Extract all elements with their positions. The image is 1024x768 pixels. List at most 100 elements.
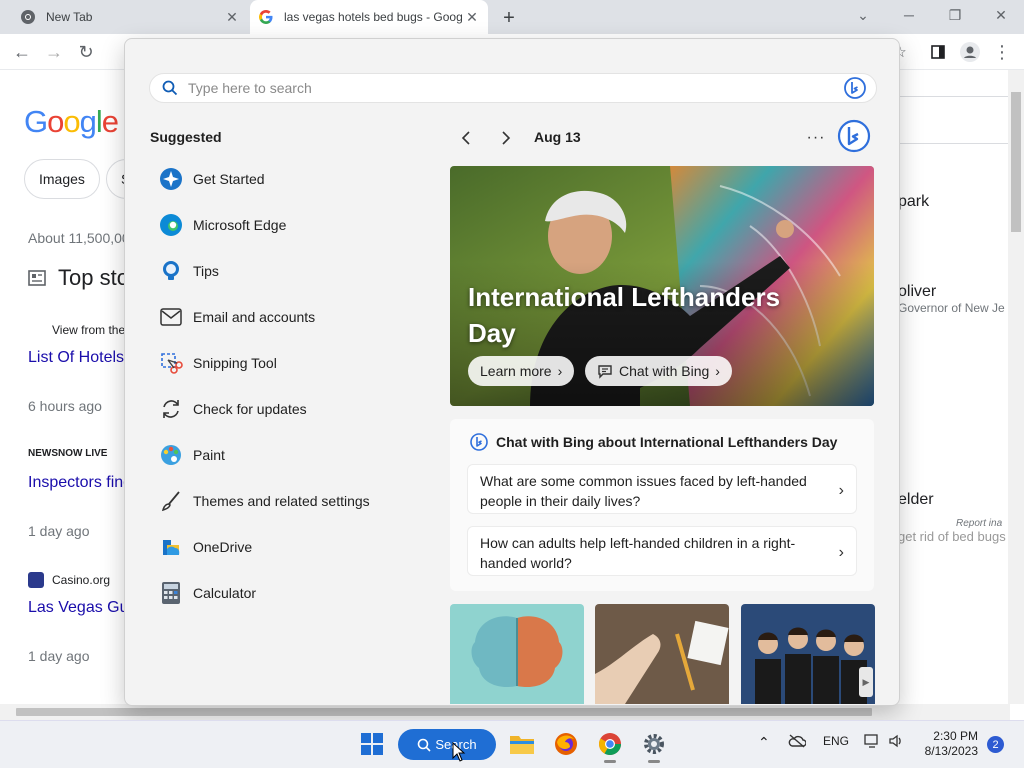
volume-icon[interactable] xyxy=(888,734,904,748)
search-icon xyxy=(417,738,431,752)
search-input[interactable] xyxy=(188,80,844,96)
taskbar-clock[interactable]: 2:30 PM 8/13/2023 xyxy=(912,729,978,759)
language-indicator[interactable]: ENG xyxy=(823,734,849,748)
bing-icon[interactable] xyxy=(844,77,866,99)
suggested-item-label: OneDrive xyxy=(193,539,253,555)
chat-card-title: Chat with Bing about International Lefth… xyxy=(470,433,837,451)
bing-question-item[interactable]: How can adults help left-handed children… xyxy=(467,526,857,576)
suggested-item-label: Snipping Tool xyxy=(193,355,277,371)
brain-image-card[interactable] xyxy=(450,604,584,704)
search-box[interactable] xyxy=(149,73,877,103)
forward-icon[interactable]: → xyxy=(42,40,66,64)
chevron-up-icon[interactable]: ⌃ xyxy=(758,734,770,751)
carousel-next-arrow[interactable]: ▶ xyxy=(859,667,873,697)
chevron-right-icon: › xyxy=(557,363,563,379)
restore-button[interactable]: ❐ xyxy=(932,0,978,30)
taskbar-search-button[interactable]: Search xyxy=(398,729,496,760)
network-icon[interactable] xyxy=(864,734,880,748)
clock-time: 2:30 PM xyxy=(933,729,978,743)
hand-pencil-image-card[interactable] xyxy=(595,604,729,704)
learn-more-button[interactable]: Learn more › xyxy=(468,356,575,386)
learn-more-label: Learn more xyxy=(480,363,552,379)
suggested-item-label: Check for updates xyxy=(193,401,307,417)
story-source: Casino.org xyxy=(52,573,111,587)
suggested-item-themes[interactable]: Themes and related settings xyxy=(149,481,409,521)
onedrive-icon xyxy=(157,533,185,561)
suggested-item-updates[interactable]: Check for updates xyxy=(149,389,409,429)
chat-card-title-text: Chat with Bing about International Lefth… xyxy=(496,434,838,450)
news-icon xyxy=(28,270,46,286)
story-source: NEWSNOW LIVE xyxy=(28,448,108,459)
chevron-right-icon: › xyxy=(838,482,844,499)
clock-date: 8/13/2023 xyxy=(924,744,978,758)
menu-kebab-icon[interactable]: ⋮ xyxy=(990,40,1014,64)
suggested-item-paint[interactable]: Paint xyxy=(149,435,409,475)
minimize-button[interactable]: ─ xyxy=(886,0,932,30)
suggested-item-label: Themes and related settings xyxy=(193,493,370,509)
suggested-item-snipping[interactable]: Snipping Tool xyxy=(149,343,409,383)
question-text: What are some common issues faced by lef… xyxy=(480,473,807,509)
suggested-item-label: Email and accounts xyxy=(193,309,316,325)
story-time: 1 day ago xyxy=(28,648,90,664)
right-snippet: get rid of bed bugs xyxy=(898,529,1006,544)
new-tab-button[interactable]: + xyxy=(498,7,520,29)
suggested-item-label: Microsoft Edge xyxy=(193,217,287,233)
suggested-item-onedrive[interactable]: OneDrive xyxy=(149,527,409,567)
story-link[interactable]: List Of Hotels xyxy=(28,349,124,367)
chevron-right-icon: › xyxy=(715,363,720,379)
chevron-left-icon[interactable] xyxy=(455,127,477,149)
mail-icon xyxy=(157,303,185,331)
chrome-taskbar-icon[interactable] xyxy=(596,730,624,758)
brush-icon xyxy=(157,487,185,515)
tab-new-tab[interactable]: New Tab ✕ xyxy=(12,0,246,34)
tab-search-results[interactable]: las vegas hotels bed bugs - Goog ✕ xyxy=(250,0,488,34)
chevron-right-icon[interactable] xyxy=(495,127,517,149)
casino-org-icon xyxy=(28,572,44,588)
close-window-button[interactable]: ✕ xyxy=(978,0,1024,30)
get-started-icon xyxy=(157,165,185,193)
story-link[interactable]: Las Vegas Gu xyxy=(28,599,129,617)
close-tab-icon[interactable]: ✕ xyxy=(224,9,240,25)
knowledge-panel-box xyxy=(899,96,1009,144)
onedrive-tray-icon[interactable] xyxy=(788,734,806,748)
suggested-item-get-started[interactable]: Get Started xyxy=(149,159,409,199)
suggested-item-email[interactable]: Email and accounts xyxy=(149,297,409,337)
band-photo-image-card[interactable] xyxy=(741,604,875,704)
bing-chat-icon[interactable] xyxy=(837,119,871,153)
suggested-item-label: Paint xyxy=(193,447,225,463)
right-snippet: park xyxy=(898,193,930,210)
chip-images[interactable]: Images xyxy=(24,159,100,199)
hero-card[interactable]: International Lefthanders Day Learn more… xyxy=(450,166,874,406)
tab-search-icon[interactable]: ⌄ xyxy=(840,0,886,30)
horizontal-scroll-thumb[interactable] xyxy=(16,708,872,716)
more-options-icon[interactable]: ··· xyxy=(805,127,827,149)
snipping-tool-icon xyxy=(157,349,185,377)
reload-icon[interactable]: ↻ xyxy=(74,40,98,64)
start-windows-icon[interactable] xyxy=(358,730,386,758)
report-link[interactable]: Report ina xyxy=(956,518,1002,529)
notification-badge[interactable]: 2 xyxy=(987,736,1004,753)
back-icon[interactable]: ← xyxy=(10,40,34,64)
right-snippet: oliver xyxy=(898,283,937,300)
suggested-item-calculator[interactable]: Calculator xyxy=(149,573,409,613)
file-explorer-icon[interactable] xyxy=(508,730,536,758)
google-logo[interactable]: Google xyxy=(24,104,119,140)
bing-chat-card: Chat with Bing about International Lefth… xyxy=(450,419,874,591)
close-tab-icon[interactable]: ✕ xyxy=(464,9,480,25)
settings-gear-icon[interactable] xyxy=(640,730,668,758)
chevron-right-icon: › xyxy=(838,544,844,561)
chat-with-bing-button[interactable]: Chat with Bing › xyxy=(585,356,732,386)
suggested-item-edge[interactable]: Microsoft Edge xyxy=(149,205,409,245)
bing-question-item[interactable]: What are some common issues faced by lef… xyxy=(467,464,857,514)
profile-avatar-icon[interactable] xyxy=(958,40,982,64)
suggested-item-tips[interactable]: Tips xyxy=(149,251,409,291)
hero-title: International Lefthanders Day xyxy=(468,282,781,348)
firefox-icon[interactable] xyxy=(552,730,580,758)
story-link[interactable]: Inspectors find xyxy=(28,474,132,492)
suggested-item-label: Get Started xyxy=(193,171,265,187)
current-date: Aug 13 xyxy=(534,129,581,145)
side-panel-icon[interactable] xyxy=(926,40,950,64)
story-source: View from the xyxy=(52,323,126,337)
tab-title: New Tab xyxy=(46,10,93,24)
vertical-scroll-thumb[interactable] xyxy=(1011,92,1021,232)
